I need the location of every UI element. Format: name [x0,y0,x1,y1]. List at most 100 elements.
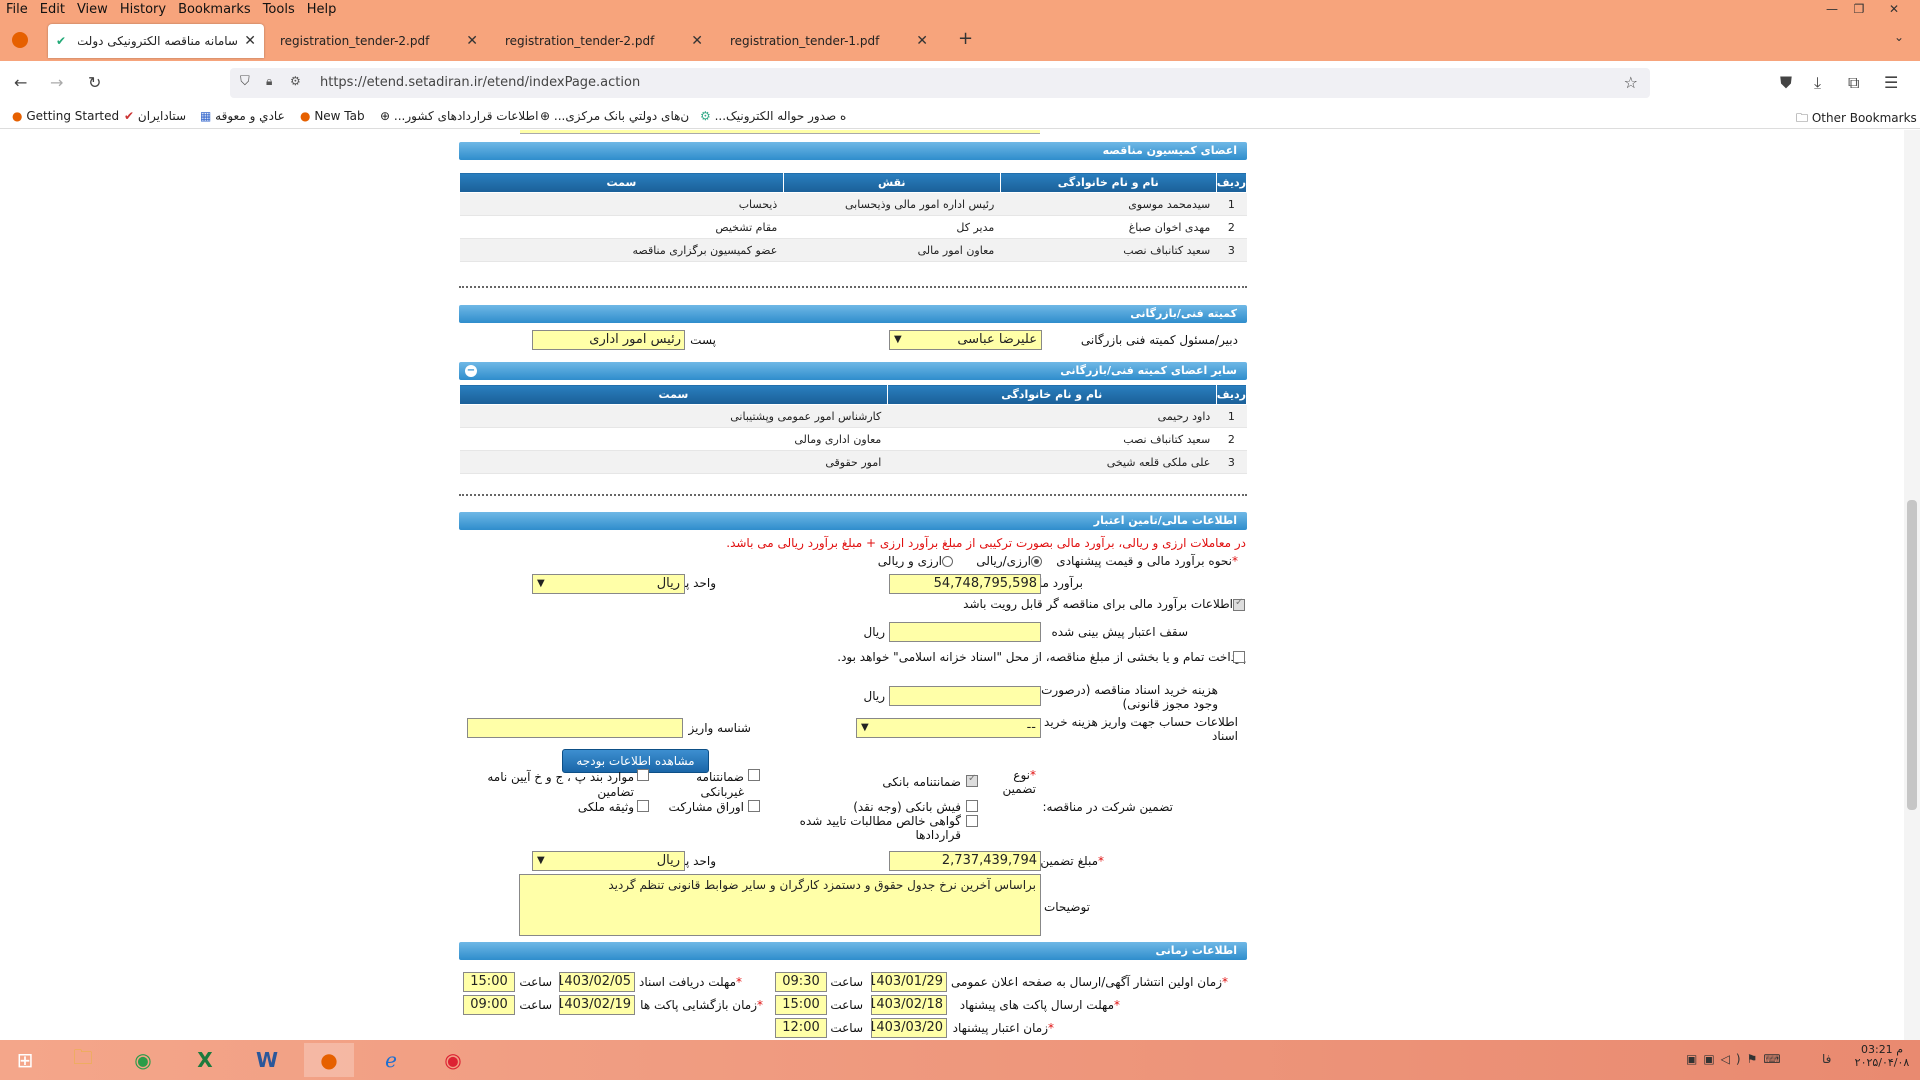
cert-checkbox[interactable] [966,815,978,827]
cash-checkbox[interactable] [966,800,978,812]
excel-icon[interactable]: X [180,1043,230,1077]
tab-close-icon[interactable]: ✕ [466,33,478,49]
bank-guarantee-checkbox[interactable]: ✓ [966,773,978,787]
downloads-icon[interactable]: ⤓ [1814,73,1821,93]
bookmark-getting-started[interactable]: ● Getting Started [12,109,119,123]
clock[interactable]: 03:21 م ۲۰۲۵/۰۴/۰۸ [1852,1043,1912,1069]
amount-label: *مبلغ تضمین [1040,854,1104,868]
chrome-alt-icon[interactable]: ◉ [428,1043,478,1077]
new-tab-icon[interactable]: + [958,28,973,49]
radio-fx-and-rial[interactable]: ارزی و ریالی [878,554,953,568]
tab-close-icon[interactable]: ✕ [244,33,256,49]
nonbank-checkbox[interactable] [748,769,760,781]
credit-input[interactable] [889,622,1041,642]
list-tabs-icon[interactable]: ⌄ [1894,30,1904,44]
taskbar: ⊞ 🗀 ◉ X W ● ℯ ◉ ▣▣◁)⚑⌨ فا 03:21 م ۲۰۲۵/۰… [0,1040,1920,1080]
close-window-button[interactable]: ✕ [1880,0,1908,18]
tray-icons[interactable]: ▣▣◁)⚑⌨ [1686,1052,1787,1066]
bookmark-label: Getting Started [26,109,120,123]
open-time-input[interactable]: 09:00 [463,995,515,1015]
menu-help[interactable]: Help [301,2,343,17]
clock-time: 03:21 م [1860,1043,1903,1056]
permissions-icon[interactable]: ⚙ [290,74,301,88]
shield-icon[interactable]: ⛉ [240,74,250,89]
amount-input[interactable]: 2,737,439,794 [889,851,1041,871]
extensions-icon[interactable]: ⧉ [1848,73,1859,93]
other-bookmarks[interactable]: 🗀 Other Bookmarks [1796,109,1917,130]
radio-icon[interactable] [942,556,953,567]
currency-value: ریال [656,853,680,868]
hour-label: ساعت [830,1021,863,1035]
validity-time-input[interactable]: 12:00 [775,1018,827,1038]
forward-icon[interactable]: → [50,73,63,92]
word-icon[interactable]: W [242,1043,292,1077]
cell: مدیر کل [783,215,1001,239]
start-windows-icon[interactable]: ⊞ [0,1043,50,1077]
account-select[interactable]: -- ▼ [856,718,1041,738]
bookmark-contracts[interactable]: ⊕ ...اطلاعات قراردادهای کشور [380,109,538,123]
radio-selected-icon[interactable] [1031,556,1042,567]
secretary-select[interactable]: علیرضا عباسی ▼ [889,330,1042,350]
menu-history[interactable]: History [114,2,172,17]
navigation-bar: ← → ↻ ⛉ 🔒︎ ⚙ https://etend.setadiran.ir/… [0,61,1920,105]
lock-icon[interactable]: 🔒︎ [266,74,272,89]
menu-edit[interactable]: Edit [34,2,71,17]
bookmark-central-bank[interactable]: ⊕ ...ن‌های دولتي بانک مرکزی [540,109,689,123]
send-date-input[interactable]: 1403/02/18 [871,995,947,1015]
property-checkbox[interactable] [637,800,649,812]
internet-explorer-icon[interactable]: ℯ [366,1043,416,1077]
publish-time-input[interactable]: 09:30 [775,972,827,992]
reload-icon[interactable]: ↻ [88,73,101,92]
bookmark-star-icon[interactable]: ☆ [1624,73,1638,92]
url-bar[interactable]: ⛉ 🔒︎ ⚙ https://etend.setadiran.ir/etend/… [230,68,1650,98]
tab-close-icon[interactable]: ✕ [691,33,703,49]
menu-view[interactable]: View [71,2,114,17]
tab-active[interactable]: ✔ سامانه مناقصه الکترونیکی دولت ✕ [48,24,264,58]
tab-pdf-1[interactable]: registration_tender-2.pdf ✕ [270,24,486,58]
menu-tools[interactable]: Tools [257,2,301,17]
radio-fx-rial[interactable]: ارزی/ریالی [976,554,1042,568]
firefox-menu-icon[interactable] [12,32,28,48]
send-time-input[interactable]: 15:00 [775,995,827,1015]
bookmark-new-tab[interactable]: ● New Tab [300,109,365,123]
amount-currency-select[interactable]: ریال ▼ [532,851,685,871]
publish-date-input[interactable]: 1403/01/29 [871,972,947,992]
menu-bookmarks[interactable]: Bookmarks [172,2,257,17]
treasury-checkbox[interactable] [1233,651,1245,663]
validity-date-input[interactable]: 1403/03/20 [871,1018,947,1038]
bookmark-setadiran[interactable]: ✔ ستادایران [124,109,186,123]
estimate-input[interactable]: 54,748,795,598 [889,574,1041,594]
bonds-checkbox[interactable] [748,800,760,812]
table-row: 3 علی ملکی قلعه شیخی امور حقوقی [459,450,1247,474]
bookmark-overdue[interactable]: ▦ عادي و معوقه [200,109,285,123]
url-text[interactable]: https://etend.setadiran.ir/etend/indexPa… [320,75,640,90]
deposit-id-input[interactable] [467,718,683,738]
currency-select[interactable]: ریال ▼ [532,574,685,594]
bookmark-draft[interactable]: ⚙ ...ه صدور حواله الکترونیک [700,109,846,123]
input-language[interactable]: فا [1822,1052,1831,1066]
menu-file[interactable]: File [0,2,34,17]
chrome-icon[interactable]: ◉ [118,1043,168,1077]
receive-time-input[interactable]: 15:00 [463,972,515,992]
desc-textarea[interactable]: براساس آخرین نرخ جدول حقوق و دستمزد کارگ… [519,874,1041,936]
receive-date-input[interactable]: 1403/02/05 [559,972,635,992]
post-input[interactable]: رئیس امور اداری [532,330,685,350]
scrollbar[interactable] [1904,130,1920,1040]
checkmark-icon: ✓ [968,773,977,784]
collapse-icon[interactable]: − [465,365,477,377]
back-icon[interactable]: ← [14,73,27,92]
items-checkbox[interactable] [637,769,649,781]
restore-button[interactable]: ❐ [1845,0,1873,18]
minimize-button[interactable]: — [1818,0,1846,18]
app-menu-icon[interactable]: ☰ [1884,73,1898,92]
tab-pdf-3[interactable]: registration_tender-1.pdf ✕ [720,24,936,58]
scrollbar-thumb[interactable] [1907,500,1917,810]
firefox-taskbar-icon[interactable]: ● [304,1043,354,1077]
file-explorer-icon[interactable]: 🗀 [58,1043,108,1077]
open-date-input[interactable]: 1403/02/19 [559,995,635,1015]
tab-close-icon[interactable]: ✕ [916,33,928,49]
pocket-icon[interactable]: ⛊ [1780,73,1792,93]
visible-checkbox[interactable]: ✓ [1233,597,1245,611]
doc-cost-input[interactable] [889,686,1041,706]
tab-pdf-2[interactable]: registration_tender-2.pdf ✕ [495,24,711,58]
